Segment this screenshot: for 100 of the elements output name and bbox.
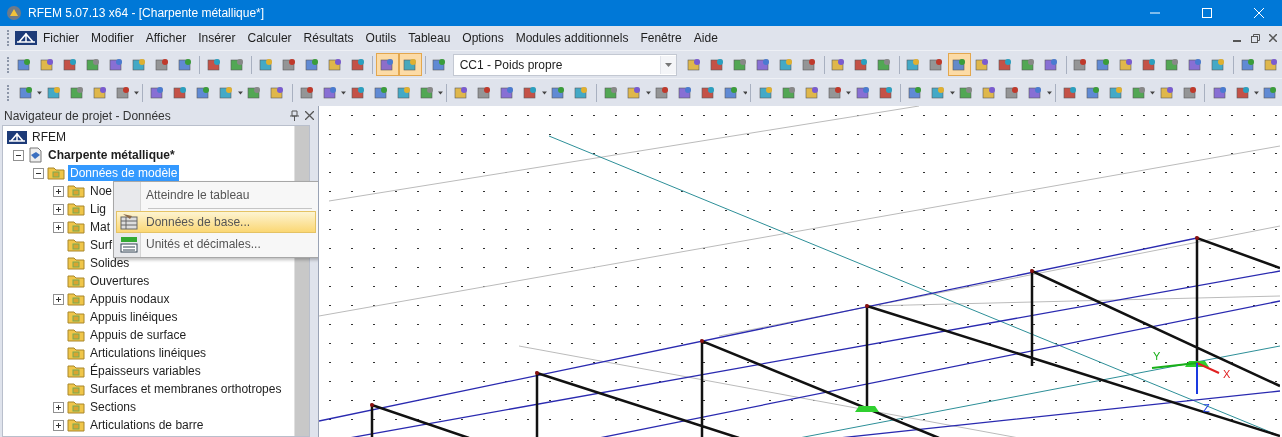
tree-item[interactable]: Appuis nodaux xyxy=(88,291,172,307)
tool-icon xyxy=(1061,84,1078,101)
tool-icon xyxy=(1043,56,1060,73)
tool-icon xyxy=(677,84,693,101)
tree-item[interactable]: Sections xyxy=(88,399,139,415)
toolbar-button[interactable] xyxy=(375,53,399,76)
caret-icon xyxy=(664,62,672,67)
tree-item[interactable]: Mat xyxy=(88,219,112,235)
tool-icon xyxy=(778,56,795,73)
menu-item[interactable]: Modules additionnels xyxy=(509,28,635,48)
tool-icon xyxy=(91,84,108,101)
menu-item[interactable]: Tableau xyxy=(402,28,457,48)
close-icon[interactable] xyxy=(305,111,314,120)
caret-icon xyxy=(742,90,748,95)
app-icon xyxy=(6,5,22,21)
menu-item[interactable]: Afficher xyxy=(139,28,193,48)
menu-item[interactable]: Fenêtre xyxy=(634,28,688,48)
tool-icon xyxy=(1072,56,1089,73)
tool-icon xyxy=(172,84,189,101)
load-case-dropdown[interactable]: CC1 - Poids propre xyxy=(452,53,677,76)
units-icon xyxy=(120,235,138,253)
tool-icon xyxy=(107,56,124,73)
tool-icon xyxy=(826,84,843,101)
tool-icon xyxy=(176,56,193,73)
tool-icon xyxy=(626,84,643,101)
tool-icon xyxy=(418,84,435,101)
tool-icon xyxy=(780,84,797,101)
toolbar-button[interactable] xyxy=(947,53,971,76)
folder-icon xyxy=(67,238,85,252)
menu-item[interactable]: Outils xyxy=(359,28,403,48)
tree-item[interactable]: Appuis de surface xyxy=(88,327,189,343)
tool-icon xyxy=(709,56,726,73)
tool-icon xyxy=(1118,56,1135,73)
tool-icon xyxy=(326,56,343,73)
folder-icon xyxy=(67,382,85,396)
expand-toggle[interactable] xyxy=(53,419,64,431)
tool-icon xyxy=(1211,84,1228,101)
tree-item[interactable]: Ouvertures xyxy=(88,273,152,289)
menu-item[interactable]: Insérer xyxy=(192,28,242,48)
tree-item[interactable]: Épaisseurs variables xyxy=(88,363,203,379)
tool-icon xyxy=(153,56,170,73)
caret-icon xyxy=(134,90,139,95)
menu-item[interactable]: Calculer xyxy=(241,28,298,48)
tool-icon xyxy=(1141,56,1158,73)
tool-icon xyxy=(15,56,32,73)
tool-icon xyxy=(476,84,493,101)
tree-item[interactable]: Charpente métallique* xyxy=(46,147,177,163)
model-viewport[interactable]: Y X Z xyxy=(318,106,1282,437)
menu-item[interactable]: Modifier xyxy=(85,28,140,48)
tool-icon xyxy=(1239,56,1256,73)
tree-item[interactable]: Appuis linéiques xyxy=(88,309,180,325)
tree-item[interactable]: Solides xyxy=(88,255,132,271)
menu-item[interactable]: Fichier xyxy=(37,28,85,48)
folder-icon xyxy=(67,292,85,306)
menu-item[interactable]: Résultats xyxy=(297,28,360,48)
tool-icon xyxy=(395,84,412,101)
tree-item[interactable]: Surfaces et membranes orthotropes xyxy=(88,381,284,397)
tool-icon xyxy=(854,84,871,101)
table-icon xyxy=(120,213,138,231)
folder-icon xyxy=(67,202,85,216)
tool-icon xyxy=(907,84,924,101)
collapse-toggle[interactable] xyxy=(33,167,44,179)
tool-icon xyxy=(853,56,870,73)
tool-icon xyxy=(803,84,820,101)
folder-icon xyxy=(67,400,85,414)
expand-toggle[interactable] xyxy=(53,401,64,413)
tree-item[interactable]: Articulations de barre xyxy=(88,417,206,433)
caret-icon xyxy=(237,90,243,95)
tool-icon xyxy=(130,56,147,73)
tree-item[interactable]: RFEM xyxy=(30,129,68,145)
pin-icon[interactable] xyxy=(290,110,299,121)
tree-item[interactable]: Articulations linéiques xyxy=(88,345,209,361)
context-menu-item[interactable]: Atteindre le tableau xyxy=(116,184,316,206)
window-title: RFEM 5.07.13 x64 - [Charpente métallique*] xyxy=(28,6,266,20)
tool-icon xyxy=(349,84,366,101)
tool-icon xyxy=(269,84,286,101)
expand-toggle[interactable] xyxy=(53,203,64,215)
tool-icon xyxy=(1020,56,1037,73)
tool-icon xyxy=(905,56,922,73)
expand-toggle[interactable] xyxy=(53,185,64,197)
caret-icon xyxy=(37,90,43,95)
caret-icon xyxy=(438,90,444,95)
context-menu-item[interactable]: Unités et décimales... xyxy=(116,233,316,255)
tree-item[interactable]: Lig xyxy=(88,201,108,217)
toolbar-button[interactable] xyxy=(398,53,422,76)
expand-toggle[interactable] xyxy=(53,293,64,305)
folder-icon xyxy=(67,220,85,234)
menu-item[interactable]: Options xyxy=(456,28,510,48)
tool-icon xyxy=(68,84,85,101)
tree-item[interactable]: Noe xyxy=(88,183,114,199)
menu-item[interactable]: Aide xyxy=(687,28,724,48)
folder-icon xyxy=(67,328,85,342)
dropdown-button[interactable] xyxy=(659,55,676,74)
collapse-toggle[interactable] xyxy=(13,149,24,161)
context-menu-item[interactable]: Données de base... xyxy=(116,211,316,233)
tool-icon xyxy=(876,56,893,73)
expand-toggle[interactable] xyxy=(53,221,64,233)
tree-item[interactable]: Surf xyxy=(88,237,114,253)
tool-icon xyxy=(349,56,366,73)
tool-icon xyxy=(1262,84,1279,101)
